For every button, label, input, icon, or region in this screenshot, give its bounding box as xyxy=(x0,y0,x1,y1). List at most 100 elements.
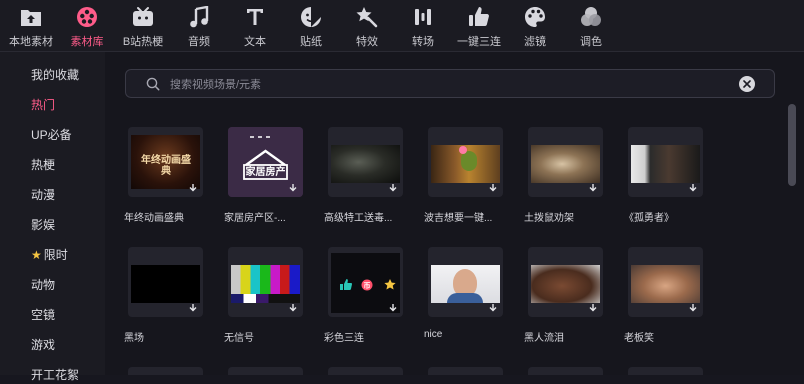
card-title: 波吉想要一键... xyxy=(424,213,493,224)
download-icon[interactable] xyxy=(388,183,398,193)
download-icon[interactable] xyxy=(388,303,398,313)
card-title: 高级特工送毒... xyxy=(324,213,393,224)
tab-stickers[interactable]: 贴纸 xyxy=(282,0,340,51)
thumbnail xyxy=(128,247,203,317)
search-icon xyxy=(146,77,160,91)
material-card-partial[interactable] xyxy=(528,367,603,375)
sidebar-item-empty-shots[interactable]: 空镜 xyxy=(31,306,55,324)
download-icon[interactable] xyxy=(488,303,498,313)
sidebar-item-label: 空镜 xyxy=(31,308,56,322)
svg-text:币: 币 xyxy=(364,281,371,290)
material-card-partial[interactable] xyxy=(228,367,303,375)
material-card-partial[interactable] xyxy=(428,367,503,375)
tab-label: 特效 xyxy=(356,36,378,48)
sidebar-item-label: 热梗 xyxy=(31,158,56,172)
download-icon[interactable] xyxy=(188,303,198,313)
card-title: 年终动画盛典 xyxy=(124,213,184,224)
sidebar-item-hot[interactable]: 热门 xyxy=(31,96,55,114)
thumbnail-image xyxy=(531,145,600,183)
pink-flower xyxy=(459,146,467,154)
upload-folder-icon xyxy=(19,5,43,29)
clear-search-button[interactable] xyxy=(739,76,755,92)
download-icon[interactable] xyxy=(188,183,198,193)
tab-color-grading[interactable]: 调色 xyxy=(562,0,620,51)
tab-bilibili-memes[interactable]: B站热梗 xyxy=(114,0,172,51)
download-icon[interactable] xyxy=(488,183,498,193)
thumbnail xyxy=(528,127,603,197)
sidebar-item-anime[interactable]: 动漫 xyxy=(31,186,55,204)
search-input[interactable] xyxy=(168,74,732,95)
thumbnail: 家居房产 xyxy=(228,127,303,197)
download-icon[interactable] xyxy=(588,303,598,313)
color-bars-bottom xyxy=(231,294,300,303)
transition-icon xyxy=(411,5,435,29)
sidebar-item-label: 我的收藏 xyxy=(31,68,80,82)
sidebar-item-games[interactable]: 游戏 xyxy=(31,336,55,354)
card-title: nice xyxy=(424,329,443,340)
person-shirt xyxy=(447,293,483,303)
tab-material-library[interactable]: 素材库 xyxy=(58,0,116,51)
thumbnail xyxy=(628,127,703,197)
material-card-partial[interactable] xyxy=(128,367,203,375)
sidebar-item-memes[interactable]: 热梗 xyxy=(31,156,55,174)
thumbnail xyxy=(428,247,503,317)
tab-label: 一键三连 xyxy=(457,36,501,48)
material-grid-panel: 年终动画盛典 年终动画盛典 家居房产 家居房产区-... 高级特工送毒... xyxy=(105,52,804,375)
thumbnail-image xyxy=(431,145,500,183)
character-figure xyxy=(461,151,477,171)
tab-transitions[interactable]: 转场 xyxy=(394,0,452,51)
tab-audio[interactable]: 音频 xyxy=(170,0,228,51)
scrollbar-thumb[interactable] xyxy=(788,104,796,186)
magic-star-icon xyxy=(355,5,379,29)
sidebar-item-limited[interactable]: ★ 限时 xyxy=(31,246,68,264)
sidebar-item-label: 游戏 xyxy=(31,338,56,352)
thumbs-up-icon xyxy=(467,5,491,29)
thumbnail-image xyxy=(631,145,700,183)
sidebar-item-bts[interactable]: 开工花絮 xyxy=(31,366,79,384)
tab-one-click-triple[interactable]: 一键三连 xyxy=(450,0,508,51)
download-icon[interactable] xyxy=(588,183,598,193)
sticker-icon xyxy=(299,5,323,29)
tab-effects[interactable]: 特效 xyxy=(338,0,396,51)
tab-text[interactable]: 文本 xyxy=(226,0,284,51)
download-icon[interactable] xyxy=(688,303,698,313)
bilibili-tv-icon xyxy=(131,5,155,29)
tab-local-media[interactable]: 本地素材 xyxy=(2,0,60,51)
download-icon[interactable] xyxy=(688,183,698,193)
thumbnail-image xyxy=(331,145,400,183)
thumbnail xyxy=(528,247,603,317)
thumbnail-image xyxy=(231,265,300,303)
tab-label: B站热梗 xyxy=(122,36,164,48)
card-title: 无信号 xyxy=(224,333,254,344)
top-toolbar: 本地素材 素材库 B站热梗 音频 文本 贴纸 特效 转场 一键三连 滤镜 调色 xyxy=(0,0,804,52)
thumbnail xyxy=(328,127,403,197)
film-reel-icon xyxy=(75,5,99,29)
sidebar-item-animals[interactable]: 动物 xyxy=(31,276,55,294)
tab-label: 转场 xyxy=(412,36,434,48)
star-icon: ★ xyxy=(31,248,42,262)
thumbnail xyxy=(428,127,503,197)
sidebar-item-favorites[interactable]: 我的收藏 xyxy=(31,66,79,84)
thumbnail-caption: 年终动画盛典 xyxy=(141,155,191,177)
tab-filters[interactable]: 滤镜 xyxy=(506,0,564,51)
download-icon[interactable] xyxy=(288,303,298,313)
sidebar-item-label: 开工花絮 xyxy=(31,368,80,382)
sidebar-item-up-essentials[interactable]: UP必备 xyxy=(31,126,72,144)
card-title: 《孤勇者》 xyxy=(624,213,674,224)
card-title: 土拨鼠劝架 xyxy=(524,213,574,224)
text-t-icon xyxy=(243,5,267,29)
material-card-partial[interactable] xyxy=(628,367,703,375)
category-sidebar: 我的收藏 热门 UP必备 热梗 动漫 影娱 ★ 限时 动物 空镜 游戏 开工花絮 xyxy=(0,52,105,382)
favorite-star-icon xyxy=(384,279,396,290)
sidebar-item-film[interactable]: 影娱 xyxy=(31,216,55,234)
download-icon[interactable] xyxy=(288,183,298,193)
sidebar-item-label: UP必备 xyxy=(31,128,72,142)
palette-icon xyxy=(523,5,547,29)
sidebar-item-label: 动物 xyxy=(31,278,56,292)
material-card-partial[interactable] xyxy=(328,367,403,375)
sidebar-item-label: 热门 xyxy=(31,98,56,112)
thumbnail: 年终动画盛典 xyxy=(128,127,203,197)
thumbnail-image: 年终动画盛典 xyxy=(131,135,200,189)
like-icon xyxy=(340,279,353,290)
scrollbar-track[interactable] xyxy=(786,52,804,375)
